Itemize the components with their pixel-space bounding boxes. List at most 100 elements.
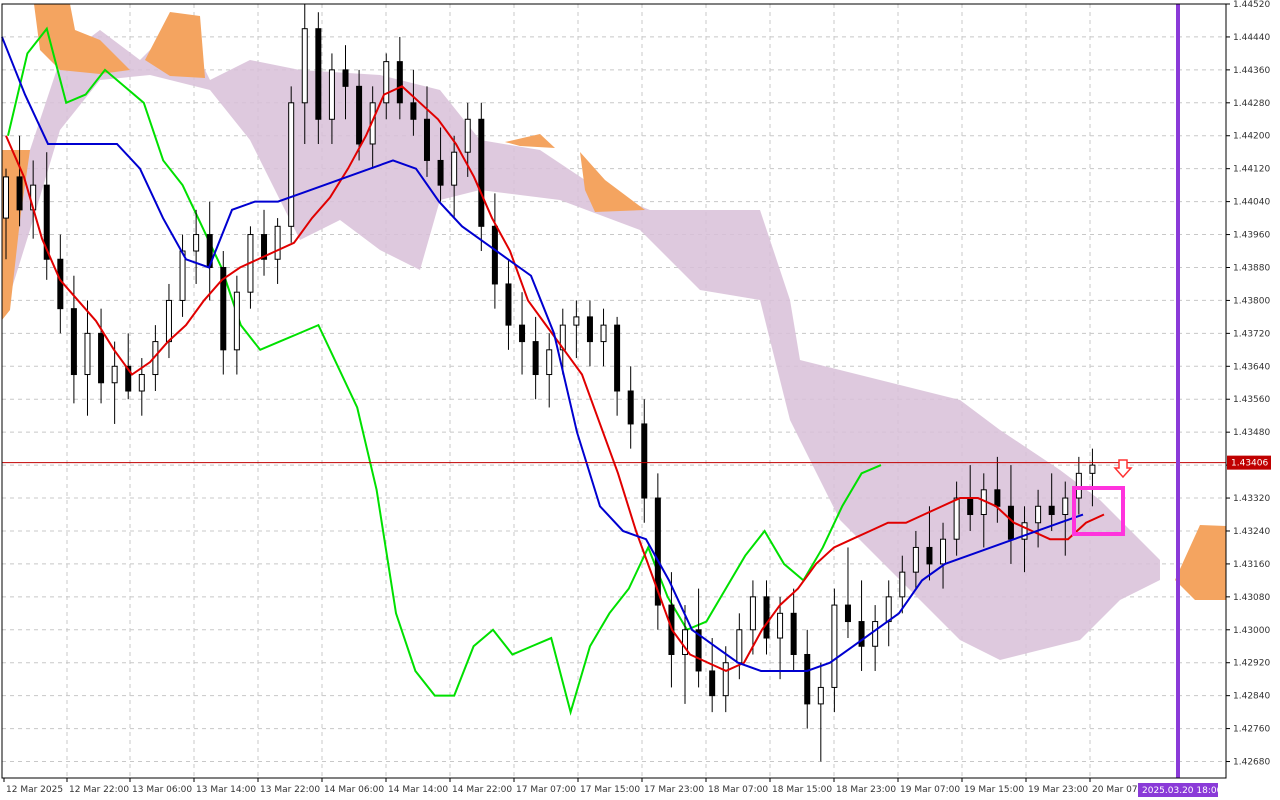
bullish-candle[interactable] bbox=[138, 374, 145, 392]
bearish-candle[interactable] bbox=[57, 258, 64, 310]
ichimoku-chart[interactable]: 1.44520 1.44440 1.44360 1.44280 1.44200 1.441… bbox=[0, 0, 1280, 800]
bearish-candle[interactable] bbox=[804, 653, 811, 705]
bullish-candle[interactable] bbox=[749, 596, 756, 631]
time-tick-label: 12 Mar 2025 bbox=[6, 785, 63, 795]
price-tick-label: 1.42680 bbox=[1233, 758, 1270, 768]
bullish-candle[interactable] bbox=[777, 612, 784, 639]
bearish-candle[interactable] bbox=[790, 612, 797, 655]
time-tick-label: 17 Mar 07:00 bbox=[516, 785, 576, 795]
bullish-candle[interactable] bbox=[872, 621, 879, 647]
price-tick-label: 1.44200 bbox=[1233, 132, 1270, 142]
bullish-candle[interactable] bbox=[3, 176, 9, 219]
bullish-candle[interactable] bbox=[899, 571, 906, 598]
price-tick-label: 1.42920 bbox=[1233, 659, 1270, 669]
bullish-candle[interactable] bbox=[274, 225, 281, 260]
price-tick-label: 1.43560 bbox=[1233, 395, 1270, 405]
bullish-candle[interactable] bbox=[84, 332, 91, 376]
time-tick-label: 17 Mar 15:00 bbox=[580, 785, 640, 795]
time-tick-label: 17 Mar 23:00 bbox=[644, 785, 704, 795]
bullish-candle[interactable] bbox=[1075, 472, 1082, 499]
price-tick-label: 1.43960 bbox=[1233, 231, 1270, 241]
bearish-candle[interactable] bbox=[967, 497, 974, 516]
bearish-candle[interactable] bbox=[532, 341, 539, 376]
bearish-candle[interactable] bbox=[926, 546, 933, 565]
price-tick-label: 1.43000 bbox=[1233, 626, 1270, 636]
price-tick-label: 1.44440 bbox=[1233, 33, 1270, 43]
bearish-candle[interactable] bbox=[844, 604, 851, 623]
bullish-candle[interactable] bbox=[301, 28, 308, 104]
bearish-candle[interactable] bbox=[614, 324, 621, 392]
price-tick-label: 1.43160 bbox=[1233, 560, 1270, 570]
time-tick-label: 13 Mar 06:00 bbox=[132, 785, 192, 795]
bearish-candle[interactable] bbox=[519, 324, 526, 343]
bullish-candle[interactable] bbox=[1089, 464, 1096, 474]
bullish-candle[interactable] bbox=[328, 69, 335, 120]
bearish-candle[interactable] bbox=[763, 596, 770, 639]
time-tick-label: 12 Mar 22:00 bbox=[69, 785, 129, 795]
bullish-candle[interactable] bbox=[464, 118, 471, 153]
bullish-candle[interactable] bbox=[111, 365, 118, 384]
time-tick-label: 13 Mar 22:00 bbox=[260, 785, 320, 795]
bullish-candle[interactable] bbox=[383, 61, 390, 104]
price-tick-label: 1.44280 bbox=[1233, 99, 1270, 109]
bullish-candle[interactable] bbox=[940, 538, 947, 565]
time-tick-label: 18 Mar 15:00 bbox=[772, 785, 832, 795]
bullish-candle[interactable] bbox=[288, 102, 295, 227]
chart-window[interactable]: 1.44520 1.44440 1.44360 1.44280 1.44200 1.441… bbox=[0, 0, 1280, 800]
bearish-candle[interactable] bbox=[491, 225, 498, 285]
bearish-candle[interactable] bbox=[994, 489, 1001, 507]
bullish-candle[interactable] bbox=[233, 291, 240, 351]
time-tick-label: 19 Mar 23:00 bbox=[1028, 785, 1088, 795]
bullish-candle[interactable] bbox=[165, 299, 172, 343]
bearish-candle[interactable] bbox=[586, 316, 593, 343]
current-price-label: 1.43406 bbox=[1231, 459, 1268, 469]
bearish-candle[interactable] bbox=[16, 176, 23, 211]
bullish-candle[interactable] bbox=[831, 604, 838, 688]
bullish-candle[interactable] bbox=[736, 629, 743, 664]
bullish-candle[interactable] bbox=[179, 250, 186, 301]
bearish-candle[interactable] bbox=[709, 670, 716, 697]
price-tick-label: 1.43720 bbox=[1233, 329, 1270, 339]
bullish-candle[interactable] bbox=[817, 686, 824, 705]
bearish-candle[interactable] bbox=[641, 423, 648, 499]
time-tick-label: 19 Mar 07:00 bbox=[900, 785, 960, 795]
bearish-candle[interactable] bbox=[70, 308, 77, 376]
bearish-candle[interactable] bbox=[478, 118, 485, 227]
bullish-candle[interactable] bbox=[451, 151, 458, 186]
price-tick-label: 1.44040 bbox=[1233, 198, 1270, 208]
time-tick-label: 14 Mar 14:00 bbox=[388, 785, 448, 795]
current-time-label: 2025.03.20 18:00 bbox=[1142, 786, 1223, 796]
bearish-candle[interactable] bbox=[437, 159, 444, 186]
bearish-candle[interactable] bbox=[342, 69, 349, 87]
bullish-candle[interactable] bbox=[722, 662, 729, 697]
bearish-candle[interactable] bbox=[1048, 505, 1055, 516]
price-tick-label: 1.43880 bbox=[1233, 263, 1270, 273]
bullish-candle[interactable] bbox=[193, 234, 200, 252]
bullish-candle[interactable] bbox=[1062, 497, 1069, 516]
bullish-candle[interactable] bbox=[573, 316, 580, 326]
bullish-candle[interactable] bbox=[1035, 505, 1042, 524]
bearish-candle[interactable] bbox=[505, 283, 512, 326]
price-tick-label: 1.42760 bbox=[1233, 725, 1270, 735]
bullish-candle[interactable] bbox=[546, 349, 553, 376]
bearish-candle[interactable] bbox=[98, 332, 105, 384]
time-tick-label: 18 Mar 23:00 bbox=[836, 785, 896, 795]
price-tick-label: 1.43800 bbox=[1233, 296, 1270, 306]
bullish-candle[interactable] bbox=[885, 596, 892, 623]
bearish-candle[interactable] bbox=[315, 28, 322, 120]
price-tick-label: 1.43640 bbox=[1233, 362, 1270, 372]
price-tick-label: 1.43080 bbox=[1233, 593, 1270, 603]
bearish-candle[interactable] bbox=[396, 61, 403, 104]
time-tick-label: 18 Mar 07:00 bbox=[708, 785, 768, 795]
bullish-candle[interactable] bbox=[953, 497, 960, 540]
bullish-candle[interactable] bbox=[600, 324, 607, 343]
bullish-candle[interactable] bbox=[912, 546, 919, 573]
bearish-candle[interactable] bbox=[627, 390, 634, 425]
time-tick-label: 19 Mar 15:00 bbox=[964, 785, 1024, 795]
price-tick-label: 1.43240 bbox=[1233, 527, 1270, 537]
bearish-candle[interactable] bbox=[356, 85, 363, 145]
bearish-candle[interactable] bbox=[410, 102, 417, 120]
price-tick-label: 1.43320 bbox=[1233, 494, 1270, 504]
bearish-candle[interactable] bbox=[423, 118, 430, 161]
price-tick-label: 1.44360 bbox=[1233, 66, 1270, 76]
